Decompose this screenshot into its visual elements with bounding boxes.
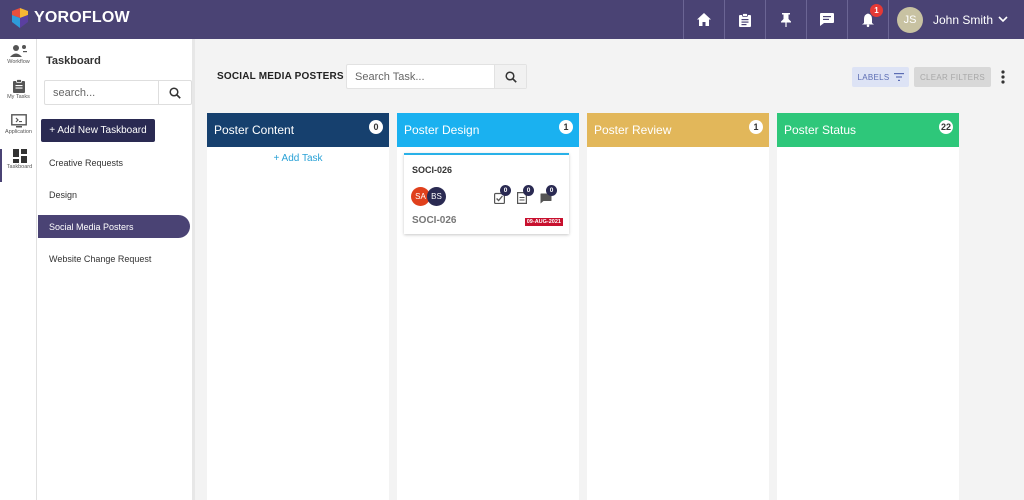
task-card-subtitle: SOCI-026 [412, 215, 457, 226]
column-poster-content: Poster Content 0 + Add Task [207, 113, 389, 500]
column-title: Poster Content [214, 123, 295, 137]
search-icon [169, 86, 181, 99]
task-search [346, 64, 527, 89]
pin-icon [781, 12, 791, 27]
column-poster-review: Poster Review 1 [587, 113, 769, 500]
column-title: Poster Design [404, 123, 480, 137]
user-name: John Smith [933, 12, 994, 27]
sidebar-search [44, 80, 192, 105]
add-task-link[interactable]: + Add Task [207, 153, 389, 164]
user-avatar: JS [897, 6, 923, 33]
column-title: Poster Review [594, 123, 672, 137]
sidebar-search-input[interactable] [45, 81, 158, 104]
column-poster-status: Poster Status 22 [777, 113, 959, 500]
attachment-count-badge: 0 [523, 185, 534, 196]
top-bar: YOROFLOW 1 JS John Smith [0, 0, 1024, 39]
labels-button[interactable]: LABELS [852, 67, 909, 87]
column-title: Poster Status [784, 123, 857, 137]
taskboard-sidebar: Taskboard + Add New Taskboard Creative R… [37, 39, 195, 500]
assignee-avatar[interactable]: BS [427, 187, 446, 206]
comments-button[interactable]: 0 [540, 185, 557, 205]
rail-item-taskboard[interactable]: Taskboard [0, 149, 37, 182]
workflow-icon [9, 45, 27, 57]
column-header[interactable]: Poster Design 1 [397, 113, 579, 147]
notification-badge: 1 [870, 4, 883, 17]
sidebar-item-creative-requests[interactable]: Creative Requests [38, 151, 190, 174]
rail-label: Workflow [7, 59, 30, 65]
rail-item-workflow[interactable]: Workflow [0, 44, 37, 77]
column-count-badge: 0 [369, 120, 383, 134]
user-menu[interactable]: JS John Smith [888, 0, 1024, 39]
board-title: SOCIAL MEDIA POSTERS [217, 71, 344, 82]
column-poster-design: Poster Design 1 SOCI-026 SA BS 0 0 0 SOC… [397, 113, 579, 500]
labels-button-label: LABELS [857, 72, 890, 82]
due-date-badge: 09-AUG-2021 [524, 218, 563, 226]
column-count-badge: 22 [938, 120, 953, 134]
rail-label: My Tasks [7, 94, 30, 100]
home-button[interactable] [683, 0, 724, 39]
app-logo[interactable]: YOROFLOW [10, 8, 130, 28]
checklist-button[interactable]: 0 [494, 185, 511, 205]
rail-label: Taskboard [6, 164, 33, 170]
sidebar-search-button[interactable] [158, 81, 191, 104]
rail-item-my-tasks[interactable]: My Tasks [0, 79, 37, 112]
task-search-input[interactable] [347, 65, 494, 88]
column-header[interactable]: Poster Status 22 [777, 113, 959, 147]
sidebar-item-social-media-posters[interactable]: Social Media Posters [38, 215, 190, 238]
task-search-button[interactable] [494, 65, 526, 88]
column-count-badge: 1 [559, 120, 573, 134]
yoroflow-logo-icon [12, 8, 28, 28]
column-count-badge: 1 [749, 120, 763, 134]
more-vertical-icon [1001, 70, 1005, 84]
app-rail: Workflow My Tasks Application Taskboard [0, 39, 37, 500]
attachment-button[interactable]: 0 [517, 185, 534, 205]
chat-icon [820, 13, 834, 26]
task-card-id: SOCI-026 [412, 165, 453, 175]
column-header[interactable]: Poster Content 0 [207, 113, 389, 147]
clear-filters-button[interactable]: CLEAR FILTERS [914, 67, 991, 87]
notifications-button[interactable]: 1 [847, 0, 888, 39]
logo-text: YOROFLOW [34, 9, 130, 26]
sidebar-title: Taskboard [46, 55, 101, 67]
home-icon [697, 13, 711, 26]
chat-button[interactable] [806, 0, 847, 39]
column-header[interactable]: Poster Review 1 [587, 113, 769, 147]
filter-icon [893, 73, 904, 81]
pin-button[interactable] [765, 0, 806, 39]
application-icon [10, 114, 27, 128]
rail-item-application[interactable]: Application [0, 114, 37, 147]
sidebar-item-website-change-request[interactable]: Website Change Request [38, 247, 190, 270]
more-options-button[interactable] [998, 68, 1008, 86]
sidebar-item-design[interactable]: Design [38, 183, 190, 206]
my-tasks-icon [12, 79, 25, 93]
chevron-down-icon [998, 16, 1008, 23]
rail-label: Application [5, 129, 32, 135]
clipboard-icon [739, 12, 751, 27]
taskboard-icon [12, 149, 27, 163]
checklist-count-badge: 0 [500, 185, 511, 196]
comment-count-badge: 0 [546, 185, 557, 196]
search-icon [504, 70, 517, 83]
tasks-button[interactable] [724, 0, 765, 39]
task-card[interactable]: SOCI-026 SA BS 0 0 0 SOCI-026 09-AUG-202… [404, 153, 569, 234]
add-taskboard-button[interactable]: + Add New Taskboard [41, 119, 155, 142]
